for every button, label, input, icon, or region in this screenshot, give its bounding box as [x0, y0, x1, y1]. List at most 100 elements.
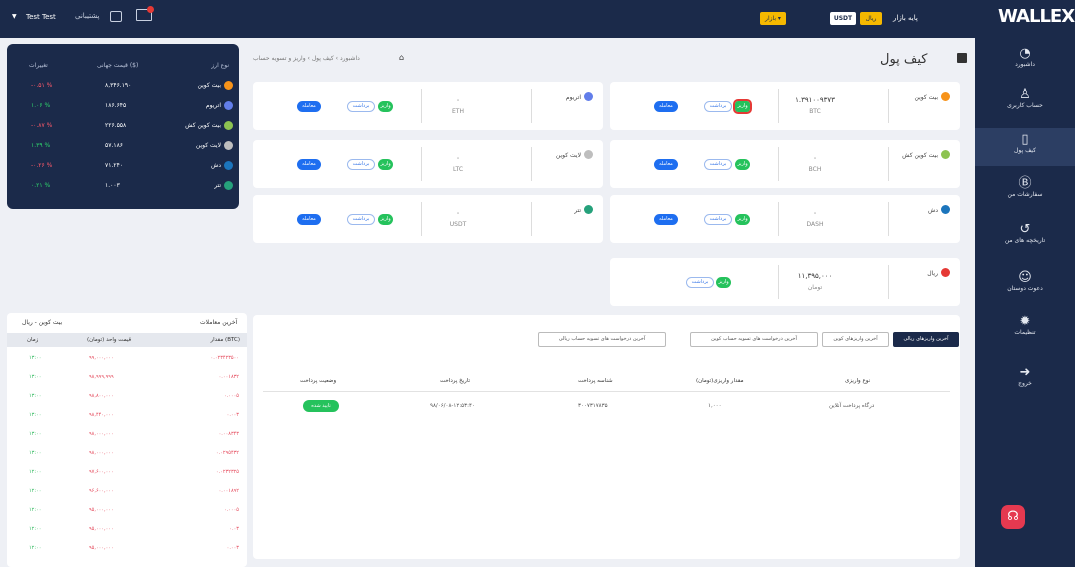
user-name[interactable]: Test Test — [26, 13, 56, 21]
tab-rial-deposits[interactable]: آخرین واریزهای ریالی — [893, 332, 959, 347]
trade-time: ۱۳:۰۰ — [29, 431, 42, 437]
wallet-amount: ۰ — [456, 209, 460, 217]
trade-button[interactable]: معامله — [297, 159, 321, 170]
wallet-unit: تومان — [807, 284, 823, 291]
wallet-coin-name: دش — [928, 207, 938, 214]
trade-button[interactable]: معامله — [654, 159, 678, 170]
wallet-unit: USDT — [449, 221, 467, 228]
withdraw-button[interactable]: برداشت — [704, 101, 732, 112]
withdraw-button[interactable]: برداشت — [704, 214, 732, 225]
wallet-amount: ۰ — [813, 154, 817, 162]
deposit-button[interactable]: واریز — [735, 159, 750, 170]
home-icon[interactable]: ⌂ — [399, 53, 404, 62]
trade-amount: ۰.۰۲۳۴۲۳۵۰۰ — [210, 355, 239, 361]
trade-time: ۱۲:۰۰ — [29, 526, 42, 532]
nav-dashboard[interactable]: ◔ داشبورد — [975, 46, 1075, 76]
withdraw-button[interactable]: برداشت — [347, 214, 375, 225]
usdt-button[interactable]: USDT — [830, 12, 856, 25]
nav-logout[interactable]: ➜ خروج — [975, 365, 1075, 395]
nav-settings[interactable]: ✹ تنظیمات — [975, 314, 1075, 344]
trade-price: ۹۵,۰۰۰,۰۰۰ — [89, 545, 114, 551]
nav-history[interactable]: ↺ تاریخچه های من — [975, 222, 1075, 252]
trade-row: ۰.۰۰۳ ۹۸,۴۴۰,۰۰۰ ۱۳:۰۰ — [7, 407, 247, 423]
trade-row: ۰.۰۲۳۴۲۳۵۰۰ ۹۹,۰۰۰,۰۰۰ ۱۳:۰۰ — [7, 350, 247, 366]
trade-price: ۹۵,۰۰۰,۰۰۰ — [89, 526, 114, 532]
tab-rial-withdrawals[interactable]: آخرین درخواست های تسویه حساب ریالی — [538, 332, 666, 347]
wallet-coin-name: ریال — [927, 270, 938, 277]
wallet-card: ریال ۱۱,۳۹۵,۰۰۰ تومان واریز برداشت — [610, 258, 960, 306]
price-row[interactable]: دش ۷۱.۲۴۰ -۰.۲۶ % — [7, 158, 239, 176]
trade-amount: ۰.۰۲۳۲۳۲۵ — [215, 469, 239, 475]
trades-title: آخرین معاملات — [200, 319, 238, 326]
coin-change: -۰.۸۷ % — [31, 122, 53, 129]
headset-support-icon[interactable]: ☊ — [1001, 505, 1025, 529]
coin-name: دش — [211, 162, 221, 169]
rial-button[interactable]: ریال — [860, 12, 882, 25]
coin-name: بیت کوین — [197, 82, 221, 89]
coin-price: ۱۸۶.۶۴۵ — [105, 102, 127, 109]
price-row[interactable]: لایت کوین ۵۷.۱۸۶ ۱.۳۹ % — [7, 138, 239, 156]
price-row[interactable]: اتریوم ۱۸۶.۶۴۵ ۱.۰۶ % — [7, 98, 239, 116]
trade-price: ۹۶,۶۰۰,۰۰۰ — [89, 488, 114, 494]
price-row[interactable]: بیت کوین کش ۲۲۶.۵۵۸ -۰.۸۷ % — [7, 118, 239, 136]
withdraw-button[interactable]: برداشت — [347, 101, 375, 112]
trade-time: ۱۳:۰۰ — [29, 374, 42, 380]
trade-button[interactable]: معامله — [297, 214, 321, 225]
deposit-button[interactable]: واریز — [378, 101, 393, 112]
withdraw-button[interactable]: برداشت — [704, 159, 732, 170]
deposit-button[interactable]: واریز — [733, 99, 752, 114]
col-amount: مقدار واریزی(تومان) — [696, 378, 744, 384]
nav-account[interactable]: ♙ حساب کاربری — [975, 87, 1075, 117]
trade-time: ۱۳:۰۰ — [29, 393, 42, 399]
coin-icon — [584, 92, 593, 101]
deposit-button[interactable]: واریز — [716, 277, 731, 288]
deposit-button[interactable]: واریز — [378, 159, 393, 170]
trade-time: ۱۳:۰۰ — [29, 412, 42, 418]
market-button[interactable]: بازار ▾ — [760, 12, 786, 25]
settings-icon: ✹ — [1019, 314, 1031, 329]
wallet-unit: BTC — [809, 108, 821, 115]
wallex-logo[interactable]: WALLEX — [998, 6, 1075, 27]
coin-price: ۸,۳۴۶.۱۹۰ — [105, 82, 132, 89]
withdraw-button[interactable]: برداشت — [347, 159, 375, 170]
coin-icon — [224, 101, 233, 110]
trade-row: ۰.۰۰۱۸۳۲ ۹۸,۹۹۹,۹۹۹ ۱۳:۰۰ — [7, 369, 247, 385]
trade-button[interactable]: معامله — [654, 214, 678, 225]
trade-row: ۰.۰۳ ۹۵,۰۰۰,۰۰۰ ۱۲:۰۰ — [7, 521, 247, 537]
breadcrumb[interactable]: داشبورد › کیف پول › واریز و تسویه حساب — [253, 55, 360, 62]
sidebar — [975, 38, 1075, 567]
coin-icon — [224, 181, 233, 190]
coin-icon — [584, 205, 593, 214]
deposit-button[interactable]: واریز — [735, 214, 750, 225]
support-icon[interactable] — [110, 11, 122, 22]
tab-coin-withdrawals[interactable]: آخرین درخواست های تسویه حساب کوین — [690, 332, 818, 347]
cell-id: ۳۰۰۷۳۱۷۸۳۵ — [578, 403, 608, 409]
wallet-amount: ۱۱,۳۹۵,۰۰۰ — [797, 272, 833, 280]
price-row[interactable]: بیت کوین ۸,۳۴۶.۱۹۰ -۰.۵۱ % — [7, 78, 239, 96]
coin-icon — [941, 268, 950, 277]
trade-time: ۱۲:۰۰ — [29, 469, 42, 475]
price-row[interactable]: تتر ۱.۰۰۳ ۰.۲۱ % — [7, 178, 239, 196]
coin-change: -۰.۵۱ % — [31, 82, 53, 89]
user-menu-caret-icon[interactable]: ▼ — [12, 13, 17, 20]
nav-invite[interactable]: ☺ دعوت دوستان — [975, 270, 1075, 300]
deposit-button[interactable]: واریز — [378, 214, 393, 225]
trade-price: ۹۹,۰۰۰,۰۰۰ — [89, 355, 114, 361]
tab-coin-deposits[interactable]: آخرین واریزهای کوین — [822, 332, 889, 347]
trade-amount: ۰.۰۳ — [229, 526, 239, 532]
withdraw-button[interactable]: برداشت — [686, 277, 714, 288]
trade-time: ۱۳:۰۰ — [29, 450, 42, 456]
market-base-label: پایه بازار — [893, 14, 918, 22]
nav-orders[interactable]: Ⓑ سفارشات من — [975, 176, 1075, 206]
cell-amount: ۱,۰۰۰ — [708, 403, 722, 409]
cell-date: ۹۸/۰۶/۰۸-۱۲:۵۳:۴۰ — [430, 403, 475, 409]
orders-icon: Ⓑ — [1018, 176, 1032, 191]
notification-badge — [147, 6, 154, 13]
history-panel — [253, 315, 960, 559]
nav-wallet[interactable]: ▯ کیف پول — [975, 128, 1075, 166]
trade-button[interactable]: معامله — [654, 101, 678, 112]
user-icon: ♙ — [1019, 87, 1031, 102]
trade-button[interactable]: معامله — [297, 101, 321, 112]
coin-name: تتر — [214, 182, 221, 189]
support-link[interactable]: پشتیبانی — [75, 12, 99, 20]
